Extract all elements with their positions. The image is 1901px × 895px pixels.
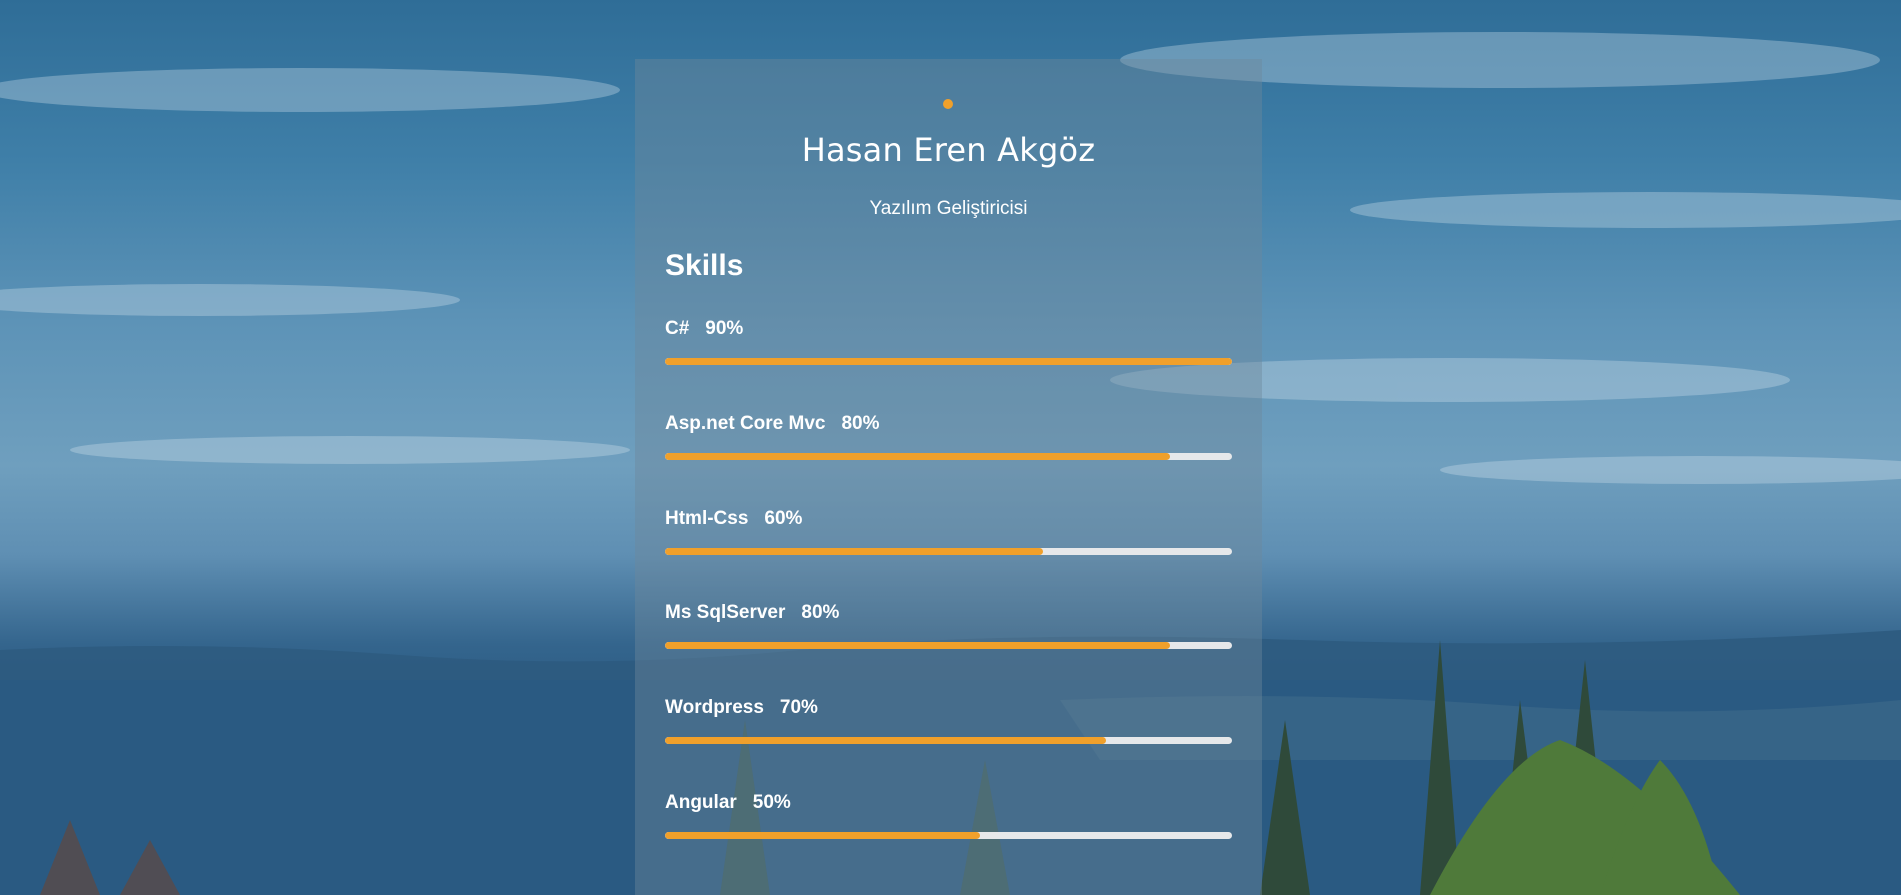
skill-item-html-css: Html-Css 60% (665, 508, 1232, 568)
skill-item-csharp: C# 90% (665, 318, 1232, 378)
skill-progress-track (665, 453, 1232, 460)
profile-name: Hasan Eren Akgöz (801, 131, 1096, 169)
skill-item-angular: Angular 50% (665, 792, 1232, 852)
skill-progress-fill (665, 642, 1170, 649)
skill-progress-track (665, 548, 1232, 555)
skill-label: Wordpress 70% (665, 697, 818, 719)
skill-progress-track (665, 358, 1232, 365)
skill-label: Asp.net Core Mvc 80% (665, 413, 880, 435)
skill-progress-fill (665, 358, 1232, 365)
skill-percent: 90% (705, 318, 744, 339)
skill-percent: 70% (779, 697, 818, 718)
skill-progress-track (665, 832, 1232, 839)
profile-title: Yazılım Geliştiricisi (869, 198, 1028, 219)
skill-percent: 80% (841, 413, 880, 434)
skill-item-ms-sqlserver: Ms SqlServer 80% (665, 602, 1232, 662)
skill-progress-track (665, 737, 1232, 744)
skill-name: C# (665, 318, 690, 339)
skill-label: C# 90% (665, 318, 743, 340)
skill-item-wordpress: Wordpress 70% (665, 697, 1232, 757)
skill-percent: 60% (764, 508, 803, 529)
skill-item-aspnet-core-mvc: Asp.net Core Mvc 80% (665, 413, 1232, 473)
profile-card: Hasan Eren Akgöz Yazılım Geliştiricisi S… (635, 59, 1262, 895)
skill-percent: 80% (801, 602, 840, 623)
skill-progress-track (665, 642, 1232, 649)
skills-heading: Skills (665, 249, 744, 282)
skill-label: Html-Css 60% (665, 508, 802, 530)
skill-progress-fill (665, 548, 1044, 555)
skill-percent: 50% (752, 792, 791, 813)
skill-progress-fill (665, 453, 1170, 460)
skill-name: Asp.net Core Mvc (665, 413, 826, 434)
accent-dot (943, 99, 953, 109)
skill-name: Wordpress (665, 697, 764, 718)
skill-name: Angular (665, 792, 737, 813)
skill-name: Html-Css (665, 508, 749, 529)
skill-label: Angular 50% (665, 792, 791, 814)
skill-progress-fill (665, 737, 1107, 744)
skill-label: Ms SqlServer 80% (665, 602, 839, 624)
skill-name: Ms SqlServer (665, 602, 786, 623)
skill-progress-fill (665, 832, 981, 839)
